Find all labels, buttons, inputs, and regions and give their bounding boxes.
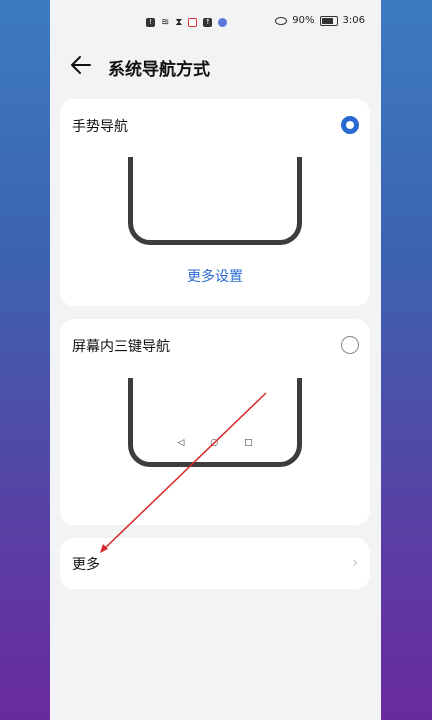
more-settings-link[interactable]: 更多设置 (60, 266, 370, 286)
chevron-right-icon: › (352, 555, 358, 571)
clock: 3:06 (342, 15, 365, 26)
upload-icon: ↑ (203, 18, 213, 27)
notification-icon: ! (146, 18, 155, 27)
phone-screen: ! ≋ ⧗ ↑ 90% 3:06 系统导航方式 手势导航 更多设置 屏幕内三键导… (50, 0, 381, 720)
battery-percent: 90% (292, 15, 315, 26)
gesture-navigation-label: 手势导航 (72, 119, 128, 135)
status-icons: ! ≋ ⧗ ↑ (146, 17, 228, 28)
nav-recent-icon: □ (244, 438, 253, 448)
nav-back-icon: ◁ (177, 438, 185, 448)
page-title: 系统导航方式 (108, 60, 210, 80)
status-bar: ! ≋ ⧗ ↑ 90% 3:06 (50, 0, 381, 46)
app-notification-icon (188, 18, 198, 27)
app-badge-icon (218, 18, 228, 27)
three-key-navigation-card[interactable]: 屏幕内三键导航 ◁ ○ □ (60, 319, 370, 525)
three-key-preview-illustration: ◁ ○ □ (128, 378, 302, 467)
battery-icon (319, 15, 338, 26)
hourglass-icon: ⧗ (175, 17, 183, 28)
gesture-navigation-radio[interactable] (341, 116, 359, 134)
status-right: 90% 3:06 (275, 15, 365, 26)
wifi-icon: ≋ (161, 17, 170, 28)
gesture-navigation-card[interactable]: 手势导航 更多设置 (60, 99, 370, 306)
eye-comfort-icon (275, 16, 288, 25)
header: 系统导航方式 (50, 46, 381, 88)
gesture-preview-illustration (128, 157, 302, 245)
more-row[interactable]: 更多 › (60, 538, 370, 589)
nav-keys: ◁ ○ □ (133, 438, 297, 448)
more-label: 更多 (72, 557, 100, 573)
three-key-navigation-label: 屏幕内三键导航 (72, 339, 170, 355)
nav-home-icon: ○ (210, 438, 219, 448)
back-arrow-icon[interactable] (68, 52, 94, 78)
three-key-navigation-radio[interactable] (341, 336, 359, 354)
